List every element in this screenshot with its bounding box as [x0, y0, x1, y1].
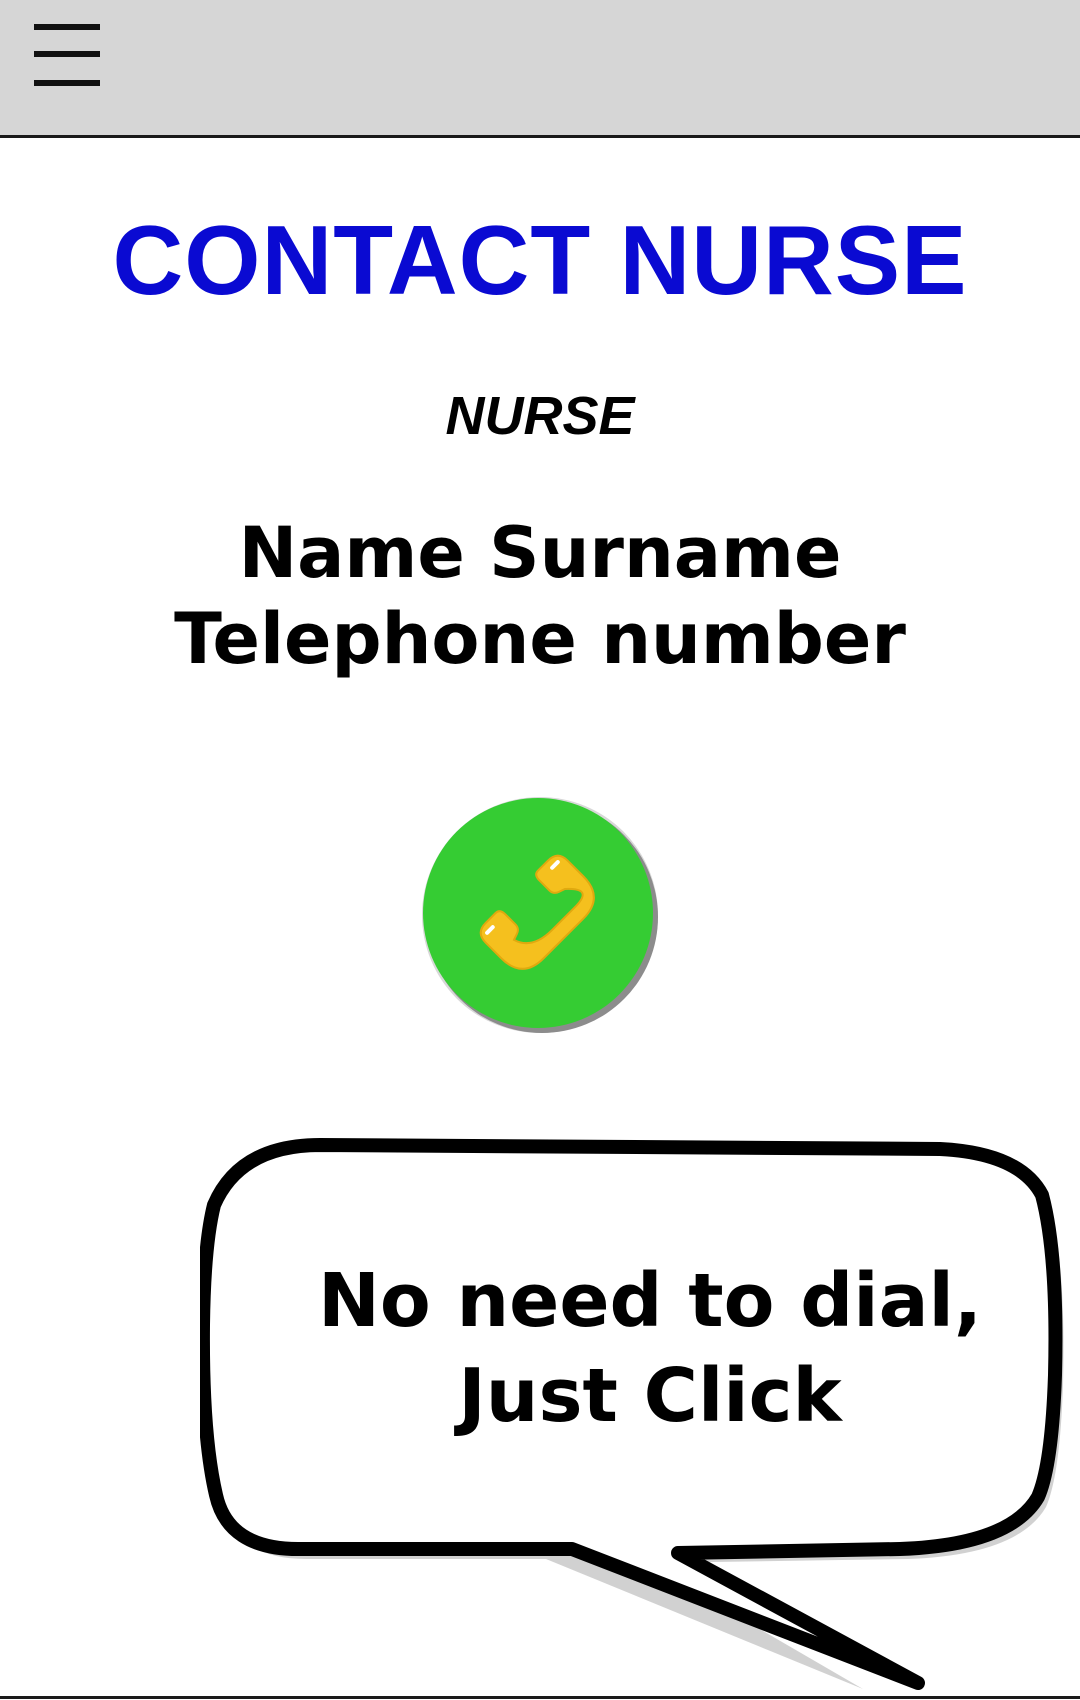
- bottom-divider: [0, 1696, 1080, 1699]
- role-label: NURSE: [445, 386, 635, 446]
- contact-phone-number: Telephone number: [174, 598, 906, 680]
- hamburger-menu-icon[interactable]: [30, 22, 106, 92]
- menu-bar-top: [34, 24, 100, 30]
- callout-line-2: Just Click: [458, 1353, 842, 1439]
- contact-name: Name Surname: [238, 512, 842, 594]
- phone-handset-icon: [422, 797, 658, 1033]
- page-title: CONTACT NURSE: [112, 205, 968, 315]
- callout-line-1: No need to dial,: [317, 1258, 983, 1344]
- app-top-bar: [0, 0, 1080, 138]
- call-button[interactable]: [417, 795, 663, 1035]
- contact-nurse-screen: CONTACT NURSE NURSE Name Surname Telepho…: [0, 0, 1080, 1700]
- menu-bar-bottom: [34, 80, 100, 86]
- menu-bar-middle: [34, 51, 100, 57]
- speech-bubble-callout: No need to dial, Just Click: [200, 1135, 1080, 1695]
